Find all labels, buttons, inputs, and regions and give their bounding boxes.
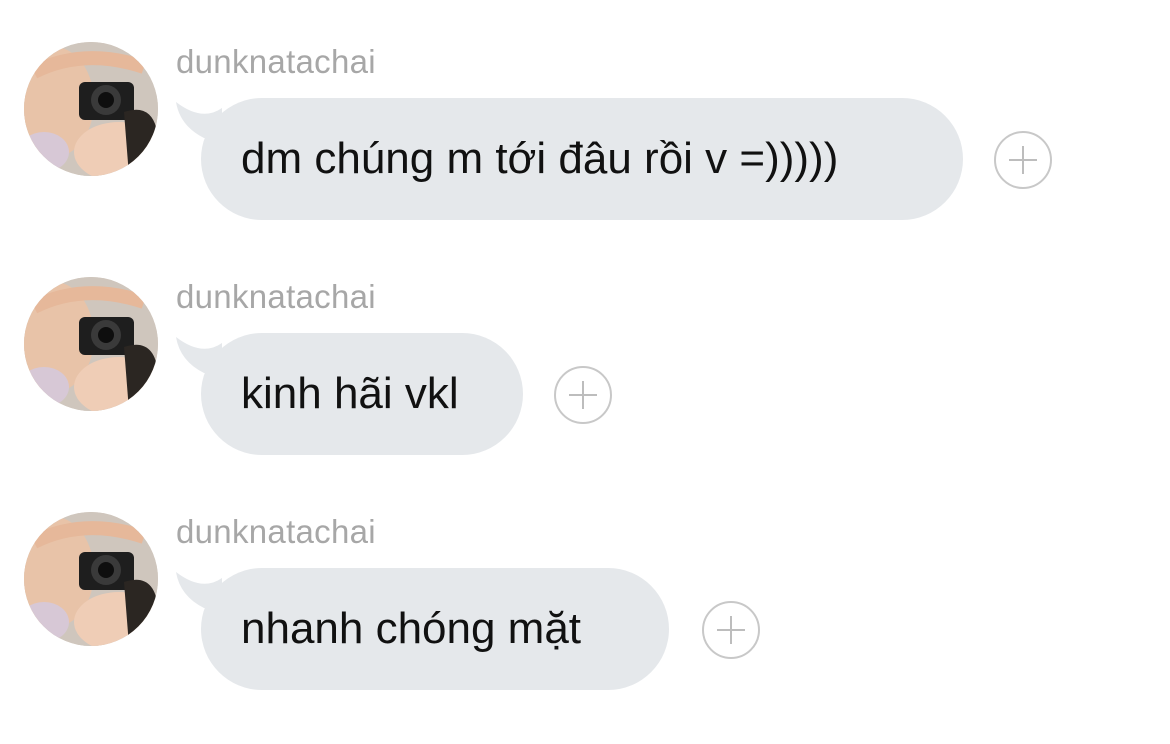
message-bubble[interactable]: nhanh chóng mặt [201,568,669,690]
username: dunknatachai [176,278,376,315]
avatar-image [24,277,158,411]
username: dunknatachai [176,513,376,550]
avatar-image [24,42,158,176]
add-reaction-button[interactable] [994,131,1052,189]
add-reaction-button[interactable] [554,366,612,424]
add-reaction-button[interactable] [702,601,760,659]
avatar[interactable] [24,512,158,646]
message-text: nhanh chóng mặt [241,604,582,653]
message-row: dunknatachai dm chúng m tới đâu rồi v =)… [0,0,1170,235]
message-bubble[interactable]: dm chúng m tới đâu rồi v =))))) [201,98,963,220]
avatar-image [24,512,158,646]
message-bubble[interactable]: kinh hãi vkl [201,333,523,455]
avatar[interactable] [24,277,158,411]
message-text: kinh hãi vkl [241,369,459,418]
message-row: dunknatachai kinh hãi vkl [0,235,1170,470]
avatar[interactable] [24,42,158,176]
username: dunknatachai [176,43,376,80]
message-text: dm chúng m tới đâu rồi v =))))) [241,134,839,183]
message-row: dunknatachai nhanh chóng mặt [0,470,1170,705]
